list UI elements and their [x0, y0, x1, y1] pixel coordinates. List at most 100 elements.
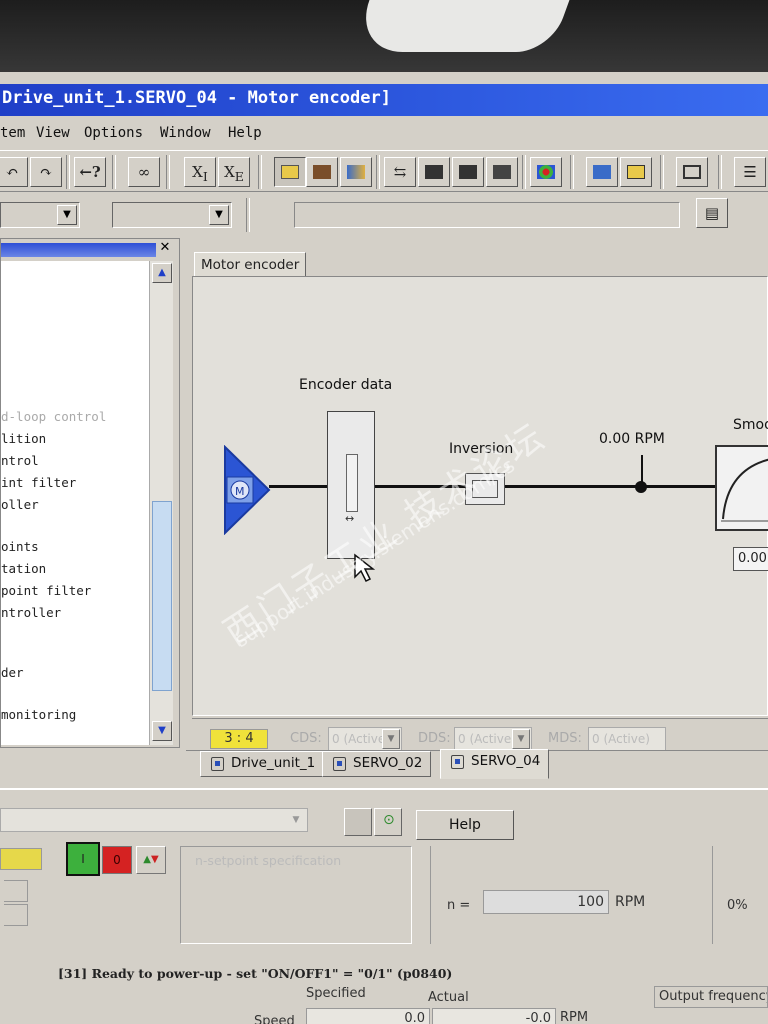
tree-item[interactable]: ntrol: [1, 453, 39, 468]
triangle-up-icon: ▲: [143, 854, 151, 865]
close-icon[interactable]: ✕: [157, 241, 173, 257]
menu-bar: tem View Options Window Help: [0, 120, 768, 146]
assume-control-button[interactable]: [344, 808, 372, 836]
network-button[interactable]: [586, 157, 618, 187]
svg-text:M: M: [235, 485, 245, 498]
tab-motor-encoder[interactable]: Motor encoder: [194, 252, 307, 278]
undo-button[interactable]: ↶: [0, 157, 28, 187]
control-panel-button[interactable]: [530, 157, 562, 187]
xe-button[interactable]: XE: [218, 157, 250, 187]
output-frequency-label: Output frequency: [654, 986, 768, 1008]
tree-item[interactable]: lition: [1, 431, 46, 446]
device-combo[interactable]: ▼: [112, 202, 232, 228]
online-glasses-icon: ∞: [137, 163, 151, 181]
toolbar-separator: [660, 155, 664, 189]
tab-servo-04[interactable]: SERVO_04: [440, 749, 550, 779]
dds-value: 0 (Active): [458, 732, 516, 746]
scrollbar-thumb[interactable]: [152, 501, 172, 691]
menu-item-help[interactable]: Help: [228, 125, 262, 141]
percent-group: 0%: [712, 846, 768, 944]
settings-button[interactable]: ☰: [734, 157, 766, 187]
tab-servo-02[interactable]: SERVO_02: [322, 751, 432, 777]
speed-value-label: 0.00 RPM: [599, 431, 665, 447]
control-mode-select[interactable]: ▼: [0, 808, 308, 832]
tree-item[interactable]: int filter: [1, 475, 76, 490]
secondary-toolbar: ▼ ▼ ▤: [0, 194, 768, 232]
tree-item[interactable]: monitoring: [1, 707, 76, 722]
control-panel-icon: [537, 165, 555, 179]
mouse-cursor-icon: [354, 553, 375, 583]
tree-item[interactable]: tation: [1, 561, 46, 576]
context-help-icon: ←?: [79, 163, 101, 181]
application-window: Drive_unit_1.SERVO_04 - Motor encoder] t…: [0, 72, 768, 1024]
download-button[interactable]: [306, 157, 338, 187]
inversion-button[interactable]: [465, 473, 505, 505]
dds-label: DDS:: [418, 731, 451, 746]
encoder-data-block[interactable]: ↔: [327, 411, 375, 559]
xi-sub: I: [202, 169, 208, 184]
traffic-light-button[interactable]: ⊙: [374, 808, 402, 836]
menu-item-window[interactable]: Window: [160, 125, 211, 141]
network-icon: [593, 165, 611, 179]
dds-select[interactable]: 0 (Active) ▼: [454, 727, 532, 751]
setpoint-label: n-setpoint specification: [195, 853, 342, 868]
on-button[interactable]: I: [66, 842, 100, 876]
menu-item-options[interactable]: Options: [84, 125, 143, 141]
context-help-button[interactable]: ←?: [74, 157, 106, 187]
actual-label: Actual: [428, 990, 469, 1005]
help-button[interactable]: Help: [416, 810, 514, 840]
cds-select[interactable]: 0 (Active) ▼: [328, 727, 402, 751]
tree-scrollbar[interactable]: ▲ ▼: [149, 261, 173, 745]
symbol-browser-button[interactable]: ▤: [696, 198, 728, 228]
smoothing-block[interactable]: [715, 445, 768, 531]
tree-item[interactable]: der: [1, 665, 24, 680]
compare-icon: [347, 165, 365, 179]
symbol-browser-icon: ▤: [704, 204, 720, 222]
menu-item-view[interactable]: View: [36, 125, 70, 141]
tree-item[interactable]: oints: [1, 539, 39, 554]
chevron-down-icon: ▼: [512, 729, 530, 749]
online-button[interactable]: ∞: [128, 157, 160, 187]
drive-status-message: [31] Ready to power-up - set "ON/OFF1" =…: [58, 966, 453, 981]
load-icon: [425, 165, 443, 179]
redo-button[interactable]: ↷: [30, 157, 62, 187]
drive-tabs: Drive_unit_1 SERVO_02 SERVO_04: [186, 749, 768, 782]
redo-icon: ↷: [39, 163, 53, 181]
split-button[interactable]: ⇆: [384, 157, 416, 187]
xi-button[interactable]: XI: [184, 157, 216, 187]
address-field[interactable]: [294, 202, 680, 228]
upload-icon: [459, 165, 477, 179]
tree-item[interactable]: ntroller: [1, 605, 61, 620]
inversion-label: Inversion: [449, 441, 514, 457]
chevron-down-icon: ▼: [292, 815, 300, 825]
project-combo[interactable]: ▼: [0, 202, 80, 228]
chevron-down-icon: ▼: [57, 205, 77, 225]
tab-drive-unit-1[interactable]: Drive_unit_1: [200, 751, 325, 777]
upload-button[interactable]: [452, 157, 484, 187]
compare-button[interactable]: [340, 157, 372, 187]
off-button[interactable]: 0: [102, 846, 132, 874]
connect-button[interactable]: [274, 157, 306, 187]
motor-icon[interactable]: M: [223, 445, 271, 535]
chevron-down-icon[interactable]: ▼: [152, 721, 172, 741]
chevron-up-icon[interactable]: ▲: [152, 263, 172, 283]
project-navigator: ✕ d-loop control lition ntrol int filter…: [0, 238, 180, 748]
load-to-pg-button[interactable]: [418, 157, 450, 187]
smoothing-curve-icon: [721, 458, 768, 522]
split-icon: ⇆: [393, 163, 407, 181]
tree-item[interactable]: d-loop control: [1, 409, 106, 424]
copy-ram-rom-icon: [493, 165, 511, 179]
encoder-slot-icon: [346, 454, 358, 512]
data-set-indicator: 3 : 4: [210, 729, 268, 749]
menu-item-system[interactable]: tem: [0, 125, 25, 141]
xe-sub: E: [234, 169, 244, 184]
export-button[interactable]: [620, 157, 652, 187]
tree-item[interactable]: oller: [1, 497, 39, 512]
window-button[interactable]: [676, 157, 708, 187]
speed-setpoint-input[interactable]: 100: [483, 890, 609, 914]
speed-unit: RPM: [560, 1010, 589, 1024]
tree-item[interactable]: point filter: [1, 583, 91, 598]
copy-ram-rom-button[interactable]: [486, 157, 518, 187]
tab-label: SERVO_04: [471, 753, 541, 769]
direction-button[interactable]: ▲▼: [136, 846, 166, 874]
